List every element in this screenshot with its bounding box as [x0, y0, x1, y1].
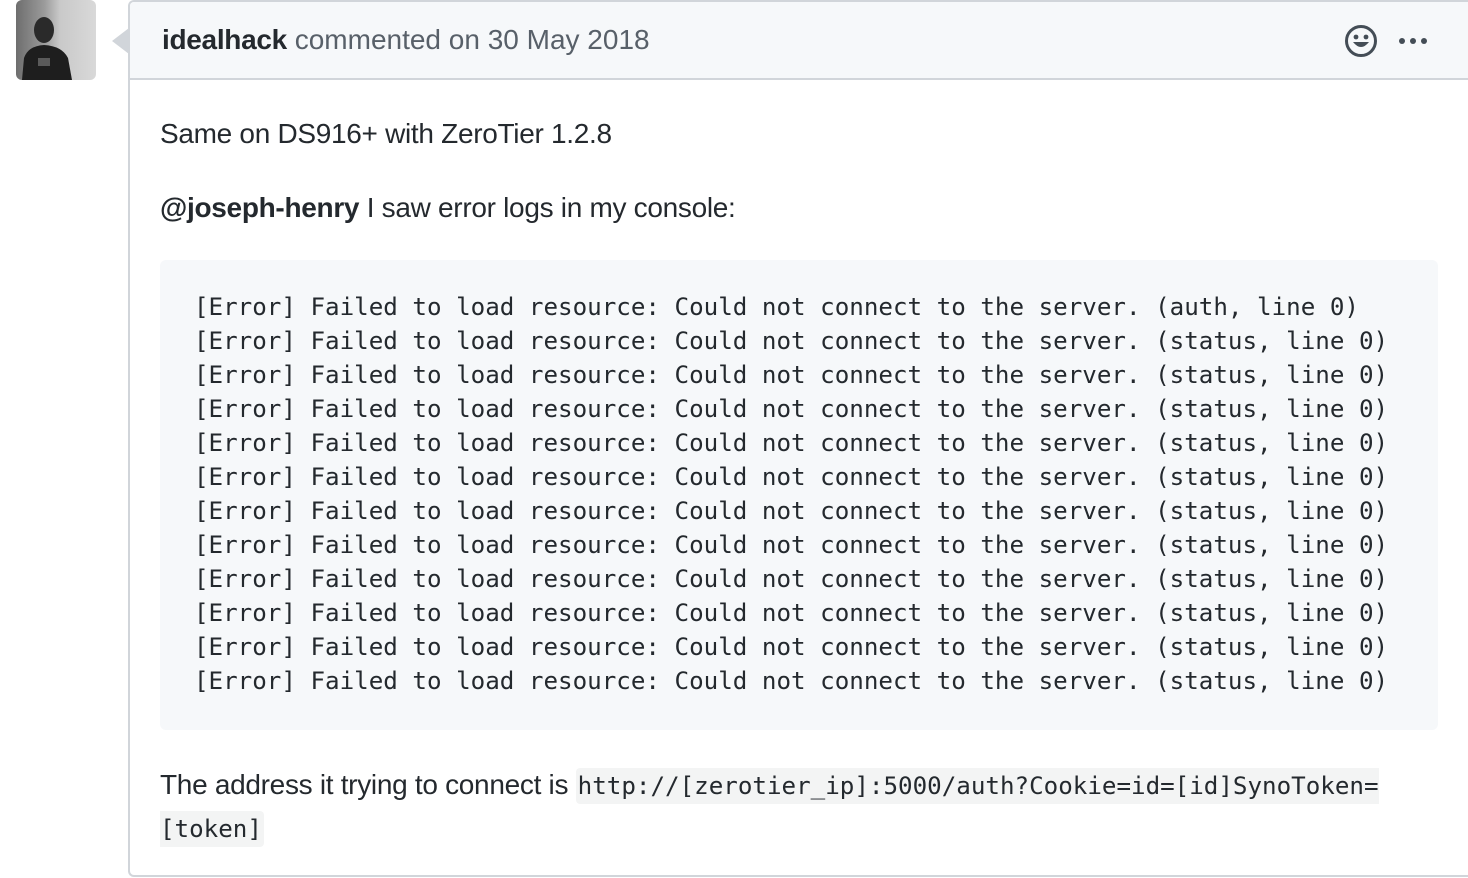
kebab-horizontal-icon: [1399, 38, 1427, 44]
code-line: [Error] Failed to load resource: Could n…: [194, 293, 1359, 321]
comment-header-text: idealhack commented on 30 May 2018: [162, 24, 650, 56]
code-line: [Error] Failed to load resource: Could n…: [194, 395, 1389, 423]
more-actions-button[interactable]: [1396, 24, 1430, 58]
code-line: [Error] Failed to load resource: Could n…: [194, 361, 1389, 389]
avatar[interactable]: [16, 0, 96, 80]
timeline-comment: idealhack commented on 30 May 2018 Same …: [128, 0, 1468, 877]
code-line: [Error] Failed to load resource: Could n…: [194, 327, 1389, 355]
smiley-icon: [1345, 25, 1377, 57]
add-reaction-button[interactable]: [1344, 24, 1378, 58]
code-line: [Error] Failed to load resource: Could n…: [194, 463, 1389, 491]
comment-paragraph: The address it trying to connect is http…: [160, 764, 1438, 850]
code-line: [Error] Failed to load resource: Could n…: [194, 633, 1389, 661]
code-line: [Error] Failed to load resource: Could n…: [194, 599, 1389, 627]
comment-paragraph: Same on DS916+ with ZeroTier 1.2.8: [160, 118, 612, 149]
paragraph-text: I saw error logs in my console:: [359, 192, 736, 223]
code-line: [Error] Failed to load resource: Could n…: [194, 667, 1389, 695]
code-block: [Error] Failed to load resource: Could n…: [160, 260, 1438, 730]
code-line: [Error] Failed to load resource: Could n…: [194, 429, 1389, 457]
paragraph-text: The address it trying to connect is: [160, 769, 569, 800]
user-mention-link[interactable]: @joseph-henry: [160, 192, 360, 223]
code-line: [Error] Failed to load resource: Could n…: [194, 565, 1389, 593]
comment-paragraph: @joseph-henry I saw error logs in my con…: [160, 187, 736, 229]
comment-caret: [112, 28, 129, 54]
author-link[interactable]: idealhack: [162, 24, 287, 55]
comment-timestamp[interactable]: commented on 30 May 2018: [295, 24, 650, 55]
comment-header: idealhack commented on 30 May 2018: [130, 2, 1468, 80]
comment-actions: [1344, 24, 1430, 58]
avatar-image: [22, 17, 72, 80]
code-line: [Error] Failed to load resource: Could n…: [194, 531, 1389, 559]
code-line: [Error] Failed to load resource: Could n…: [194, 497, 1389, 525]
